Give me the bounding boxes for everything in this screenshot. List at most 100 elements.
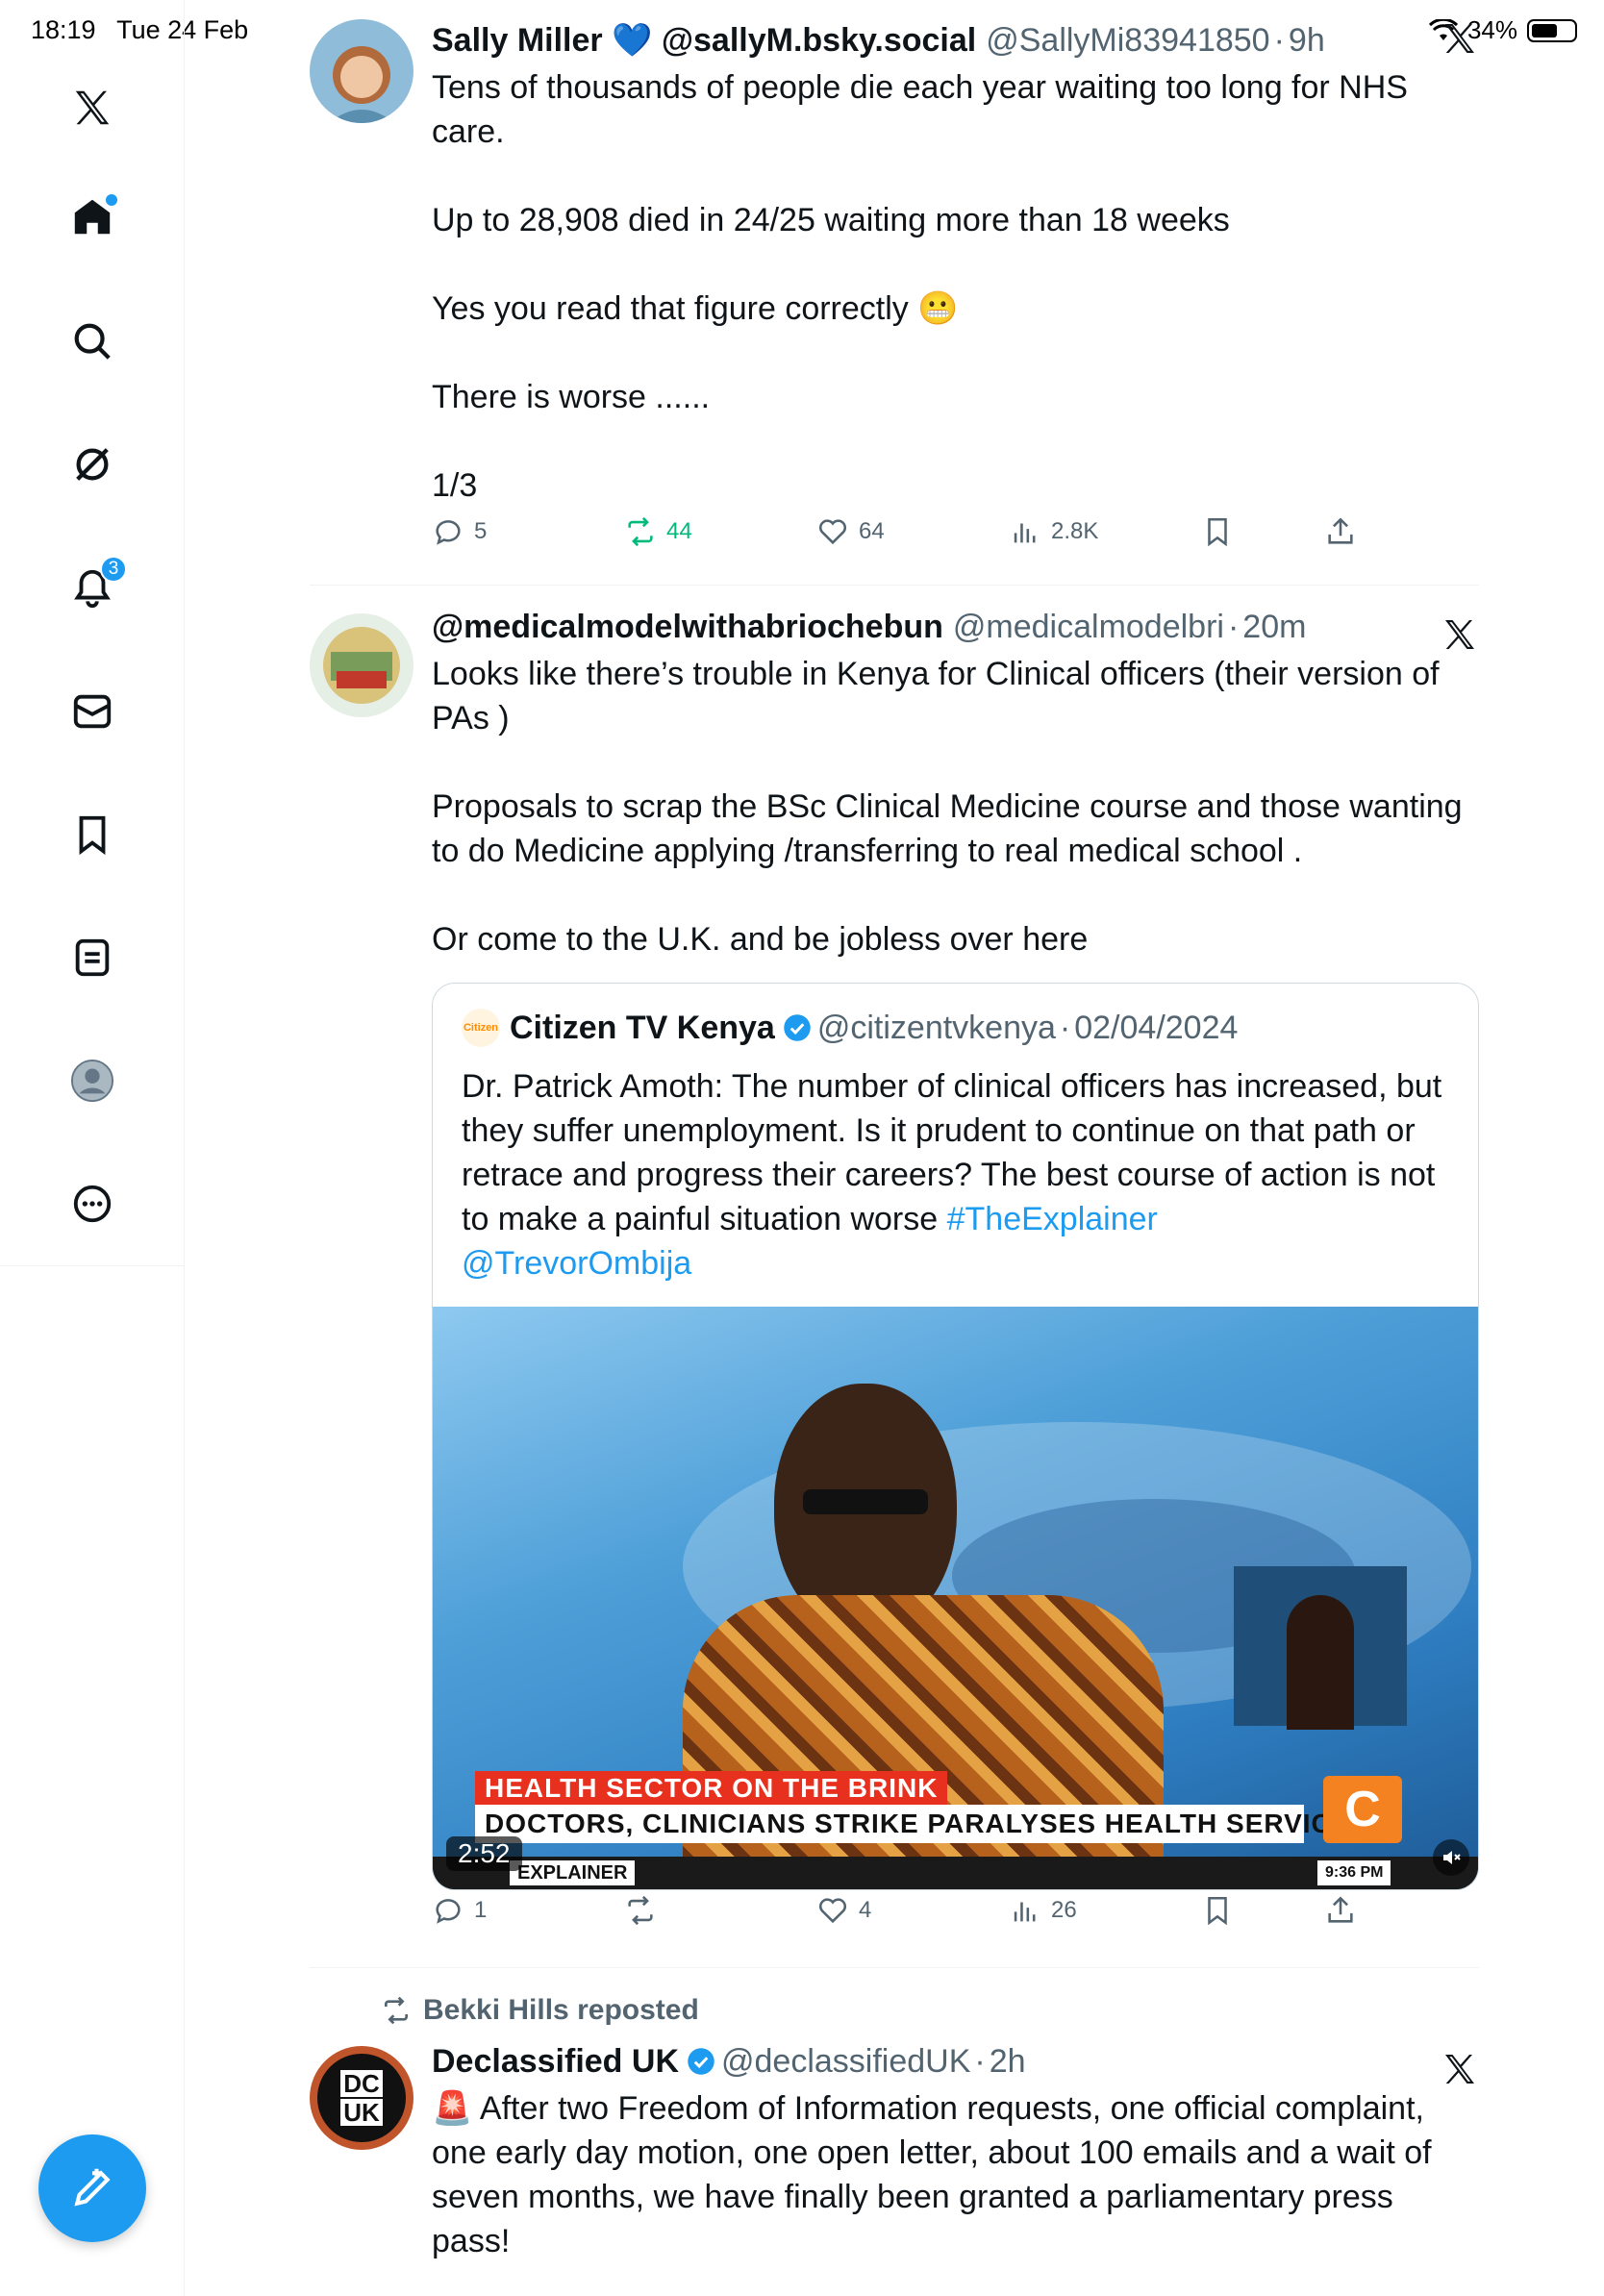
quote-author-handle[interactable]: @citizentvkenya: [817, 1010, 1056, 1047]
author-handle[interactable]: @declassifiedUK: [721, 2040, 970, 2083]
sign-language-inset: [1234, 1566, 1407, 1730]
repost-icon: [628, 516, 653, 547]
grok-icon[interactable]: [63, 436, 121, 493]
lists-icon[interactable]: [63, 929, 121, 986]
search-icon[interactable]: [63, 312, 121, 370]
reply-button[interactable]: 5: [432, 515, 487, 548]
share-button[interactable]: [1324, 515, 1357, 548]
reply-button[interactable]: 1: [432, 1894, 487, 1927]
repost-icon: [628, 1895, 653, 1926]
tweet-header: Sally Miller 💙 @sallyM.bsky.social @Sall…: [432, 19, 1479, 62]
view-count: 26: [1051, 1897, 1077, 1923]
like-button[interactable]: 4: [816, 1894, 871, 1927]
video-ticker: EXPLAINER 9:36 PM: [433, 1857, 1478, 1889]
timestamp[interactable]: 9h: [1289, 19, 1325, 62]
notifications-badge: 3: [100, 556, 127, 583]
tweet-text: Looks like there’s trouble in Kenya for …: [432, 656, 1463, 958]
share-icon: [1328, 1896, 1353, 1923]
tweet-content: Sally Miller 💙 @sallyM.bsky.social @Sall…: [432, 19, 1479, 563]
x-logo-icon: [1445, 620, 1474, 649]
views-button[interactable]: 2.8K: [1009, 515, 1098, 548]
bookmarks-icon[interactable]: [63, 806, 121, 863]
tweet-header: @medicalmodelwithabriochebun @medicalmod…: [432, 606, 1479, 648]
tweet-divider: [310, 585, 1479, 586]
repost-button[interactable]: 44: [624, 515, 692, 548]
quote-header: Citizen Citizen TV Kenya @citizentvkenya…: [462, 1009, 1238, 1047]
verified-badge-icon: [784, 1014, 811, 1041]
bookmark-button[interactable]: [1201, 1894, 1234, 1927]
separator: ·: [974, 2043, 986, 2080]
broadcast-time: 9:36 PM: [1317, 1860, 1391, 1885]
home-icon[interactable]: [63, 188, 121, 246]
views-button[interactable]: 26: [1009, 1894, 1077, 1927]
repost-context[interactable]: Bekki Hills reposted: [381, 1994, 699, 2027]
repost-context-text: Bekki Hills reposted: [423, 1994, 699, 2026]
views-icon: [1014, 1902, 1036, 1922]
tweet[interactable]: Sally Miller 💙 @sallyM.bsky.social @Sall…: [310, 19, 1479, 586]
repost-count: 44: [666, 518, 692, 544]
like-count: 4: [859, 1897, 872, 1923]
tweet-content: @medicalmodelwithabriochebun @medicalmod…: [432, 606, 1479, 961]
x-logo-icon[interactable]: [63, 79, 121, 137]
repost-icon: [385, 1996, 408, 2025]
x-logo-icon: [1445, 2055, 1474, 2084]
tweet-actions: 1 4 26: [432, 1894, 1479, 1942]
quote-text: Dr. Patrick Amoth: The number of clinica…: [462, 1064, 1462, 1285]
tweet[interactable]: DC UK Declassified UK @declassifiedUK · …: [310, 2040, 1479, 2296]
quote-author-name[interactable]: Citizen TV Kenya: [510, 1010, 775, 1047]
compose-button[interactable]: [38, 2134, 146, 2242]
tweet-content: Declassified UK @declassifiedUK · 2h 🚨 A…: [432, 2040, 1479, 2296]
author-name[interactable]: Declassified UK: [432, 2040, 679, 2083]
tweet[interactable]: @medicalmodelwithabriochebun @medicalmod…: [310, 606, 1479, 1963]
x-logo-icon: [1445, 24, 1474, 53]
author-handle[interactable]: @medicalmodelbri: [953, 606, 1224, 648]
muted-speaker-icon: [1443, 1851, 1461, 1864]
quoted-tweet[interactable]: Citizen Citizen TV Kenya @citizentvkenya…: [432, 983, 1479, 1890]
mute-button[interactable]: [1433, 1839, 1469, 1876]
separator: ·: [1227, 609, 1240, 645]
quote-avatar[interactable]: Citizen: [462, 1009, 500, 1047]
avatar[interactable]: [310, 613, 414, 717]
tweet-actions-wrap: 1 4 26: [432, 1894, 1479, 1942]
sidebar-divider: [0, 1265, 185, 1266]
share-button[interactable]: [1324, 1894, 1357, 1927]
author-name[interactable]: @medicalmodelwithabriochebun: [432, 606, 943, 648]
hashtag-link[interactable]: #TheExplainer: [947, 1201, 1158, 1237]
avatar[interactable]: DC UK: [310, 2046, 414, 2150]
bookmark-icon: [1208, 517, 1227, 547]
mention-link[interactable]: @TrevorOmbija: [462, 1245, 691, 1282]
ticker-label: EXPLAINER: [510, 1860, 636, 1885]
tweet-header: Declassified UK @declassifiedUK · 2h: [432, 2040, 1479, 2083]
video-headline: HEALTH SECTOR ON THE BRINK: [475, 1771, 948, 1806]
repost-button[interactable]: [624, 1894, 666, 1927]
timestamp[interactable]: 20m: [1242, 606, 1306, 648]
messages-icon[interactable]: [63, 683, 121, 740]
profile-avatar-icon[interactable]: [63, 1052, 121, 1110]
tweet-actions: 5 44 64 2.8K: [432, 515, 1479, 563]
avatar[interactable]: [310, 19, 414, 123]
sidebar: 3: [0, 0, 185, 2296]
quote-date: 02/04/2024: [1074, 1009, 1239, 1046]
notifications-icon[interactable]: 3: [63, 556, 127, 617]
reply-count: 1: [474, 1897, 488, 1923]
reply-icon: [436, 1899, 461, 1924]
bookmark-icon: [1208, 1896, 1227, 1926]
timestamp[interactable]: 2h: [990, 2040, 1026, 2083]
tweet-text: 🚨 After two Freedom of Information reque…: [432, 2090, 1432, 2259]
video-subline: DOCTORS, CLINICIANS STRIKE PARALYSES HEA…: [475, 1805, 1368, 1843]
like-button[interactable]: 64: [816, 515, 885, 548]
video-speaker-shirt: [683, 1595, 1164, 1889]
reply-icon: [436, 520, 461, 545]
compose-icon: [74, 2168, 111, 2207]
video-player[interactable]: HEALTH SECTOR ON THE BRINK DOCTORS, CLIN…: [433, 1307, 1478, 1889]
sign-language-interpreter: [1287, 1595, 1354, 1730]
separator: ·: [1059, 1009, 1071, 1046]
bookmark-button[interactable]: [1201, 515, 1234, 548]
tweet-text: Tens of thousands of people die each yea…: [432, 69, 1408, 504]
heart-icon: [818, 519, 847, 545]
author-handle[interactable]: @SallyMi83941850: [986, 19, 1269, 62]
video-speaker-glasses: [803, 1489, 928, 1514]
channel-logo: C: [1323, 1776, 1402, 1843]
author-name[interactable]: Sally Miller 💙 @sallyM.bsky.social: [432, 19, 976, 62]
more-icon[interactable]: [63, 1175, 121, 1233]
